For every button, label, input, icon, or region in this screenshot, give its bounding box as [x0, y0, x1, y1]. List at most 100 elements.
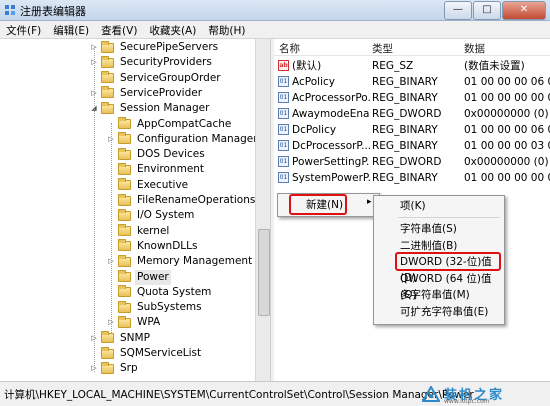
- tree-item-label: KnownDLLs: [137, 239, 198, 252]
- tree-item[interactable]: SQMServiceList: [90, 346, 203, 361]
- folder-icon: [118, 117, 131, 129]
- tree-item-label: SQMServiceList: [120, 347, 202, 359]
- binary-value-icon: 01: [278, 124, 289, 135]
- list-item[interactable]: 01AwaymodeEna...REG_DWORD 0x00000000 (0): [274, 106, 550, 122]
- tree-item[interactable]: ServiceGroupOrder: [90, 71, 223, 86]
- value-data: 01 00 00 00 03 00: [464, 140, 550, 152]
- submenu-item-expandstring[interactable]: 可扩充字符串值(E): [374, 304, 504, 320]
- tree-scrollbar[interactable]: [255, 39, 270, 381]
- list-item[interactable]: 01AcPolicy REG_BINARY 01 00 00 00 06 00: [274, 74, 550, 90]
- menu-view[interactable]: 查看(V): [95, 21, 143, 38]
- tree-item[interactable]: ◢ Session Manager: [90, 101, 211, 116]
- scrollbar-thumb[interactable]: [258, 229, 270, 316]
- menu-favorites[interactable]: 收藏夹(A): [143, 21, 202, 38]
- tree-item[interactable]: I/O System: [107, 208, 196, 223]
- folder-icon: [101, 40, 114, 53]
- tree-item-label: Session Manager: [120, 102, 210, 115]
- list-item[interactable]: 01 DcProcessorP... REG_BINARY 01 00 00 00 0…: [274, 138, 550, 154]
- folder-icon: [118, 193, 131, 206]
- menu-edit[interactable]: 编辑(E): [47, 21, 95, 38]
- tree-item-label: DOS Devices: [137, 148, 205, 161]
- tree-item[interactable]: ▷ WPA: [107, 315, 162, 330]
- list-item[interactable]: 01 SystemPowerP... REG_BINARY 01 00 00 00 0…: [274, 170, 550, 186]
- tree-item[interactable]: Executive: [107, 178, 190, 193]
- folder-icon: [118, 162, 131, 175]
- tree-item-label: SNMP: [120, 331, 150, 344]
- tree-item-label: FileRenameOperations: [137, 194, 256, 206]
- watermark-logo-icon: [422, 386, 440, 402]
- column-type-header[interactable]: 类型: [372, 41, 393, 56]
- folder-icon: [118, 239, 131, 252]
- title-bar: 注册表编辑器 — □ ✕: [0, 0, 550, 21]
- tree-item[interactable]: DOS Devices: [107, 147, 207, 162]
- submenu-item-string[interactable]: 字符串值(S): [374, 221, 504, 237]
- tree-item[interactable]: ▷ SecurityProviders: [90, 55, 214, 70]
- tree-item[interactable]: Power: [107, 269, 171, 285]
- submenu-item-key[interactable]: 项(K): [374, 198, 504, 214]
- folder-icon: [118, 285, 131, 298]
- menu-help[interactable]: 帮助(H): [202, 21, 251, 38]
- value-type: REG_BINARY: [372, 76, 438, 88]
- tree-item-label: SecurityProviders: [120, 56, 212, 69]
- tree-item[interactable]: ▷ ServiceProvider: [90, 86, 204, 101]
- maximize-button[interactable]: □: [473, 1, 501, 20]
- list-item[interactable]: ab (默认) REG_SZ (数值未设置): [274, 58, 550, 74]
- status-path: 计算机\HKEY_LOCAL_MACHINE\SYSTEM\CurrentCon…: [4, 389, 474, 401]
- folder-icon: [118, 208, 131, 221]
- value-data: 0x00000000 (0): [464, 156, 549, 168]
- value-type: REG_BINARY: [372, 172, 438, 184]
- menu-file[interactable]: 文件(F): [0, 21, 47, 38]
- value-name: DcPolicy: [292, 124, 337, 136]
- value-type: REG_BINARY: [372, 92, 438, 104]
- highlight-new: [289, 194, 347, 215]
- folder-icon: [101, 331, 114, 344]
- folder-icon: [118, 300, 131, 313]
- value-name: SystemPowerP...: [292, 172, 370, 184]
- binary-value-icon: 01: [278, 140, 289, 151]
- value-type: REG_BINARY: [372, 124, 438, 136]
- string-value-icon: ab: [278, 60, 289, 71]
- tree-item[interactable]: Quota System: [107, 285, 213, 300]
- tree-item[interactable]: kernel: [107, 224, 171, 239]
- close-button[interactable]: ✕: [502, 1, 546, 20]
- list-item[interactable]: 01 PowerSettingP... REG_DWORD 0x00000000 (0…: [274, 154, 550, 170]
- submenu-item-multistring[interactable]: 多字符串值(M): [374, 287, 504, 303]
- tree-item[interactable]: ▷ Memory Management: [107, 254, 254, 269]
- tree-item-label: Power: [135, 269, 171, 285]
- folder-icon: [118, 270, 131, 282]
- tree-item[interactable]: ▷ Configuration Manager: [107, 132, 260, 147]
- tree-item[interactable]: ▷ SecurePipeServers: [90, 40, 220, 55]
- registry-tree: ▷ SecurePipeServers ▷ SecurityProviders Serv…: [0, 39, 270, 381]
- folder-icon: [118, 315, 131, 328]
- tree-item[interactable]: ▷ Srp: [90, 361, 140, 376]
- list-item[interactable]: 01DcPolicy REG_BINARY 01 00 00 00 06 00: [274, 122, 550, 138]
- column-data-header[interactable]: 数据: [464, 41, 485, 56]
- value-data: 0x00000000 (0): [464, 108, 549, 120]
- column-name-header[interactable]: 名称: [279, 41, 300, 56]
- watermark: 装机之家 www.lotpc.com: [422, 384, 542, 405]
- value-data: (数值未设置): [464, 60, 525, 72]
- tree-item[interactable]: SubSystems: [107, 300, 204, 315]
- list-item[interactable]: 01 AcProcessorPo... REG_BINARY 01 00 00 00 …: [274, 90, 550, 106]
- minimize-button[interactable]: —: [444, 1, 472, 20]
- tree-guide-line: [94, 47, 95, 372]
- value-data: 01 00 00 00 00 00: [464, 172, 550, 184]
- tree-item[interactable]: FileRenameOperations: [107, 193, 257, 208]
- folder-icon: [118, 178, 131, 191]
- value-name: PowerSettingP...: [292, 156, 370, 168]
- window-title: 注册表编辑器: [20, 5, 86, 18]
- tree-item[interactable]: ▷ SNMP: [90, 331, 152, 346]
- tree-guide-line: [111, 123, 112, 333]
- tree-item[interactable]: KnownDLLs: [107, 239, 199, 254]
- tree-item-label: AppCompatCache: [137, 117, 232, 130]
- value-data: 01 00 00 00 06 00: [464, 76, 550, 88]
- tree-item-label: Memory Management: [137, 255, 253, 268]
- tree-item-label: WPA: [137, 316, 161, 329]
- tree-item[interactable]: AppCompatCache: [107, 117, 233, 132]
- submenu-item-qword[interactable]: QWORD (64 位)值(Q): [374, 271, 504, 301]
- tree-item-label: I/O System: [137, 209, 195, 222]
- tree-item[interactable]: Environment: [107, 162, 206, 177]
- folder-icon: [101, 346, 114, 359]
- value-type: REG_DWORD: [372, 108, 442, 120]
- tree-item-label: Configuration Manager: [137, 132, 258, 145]
